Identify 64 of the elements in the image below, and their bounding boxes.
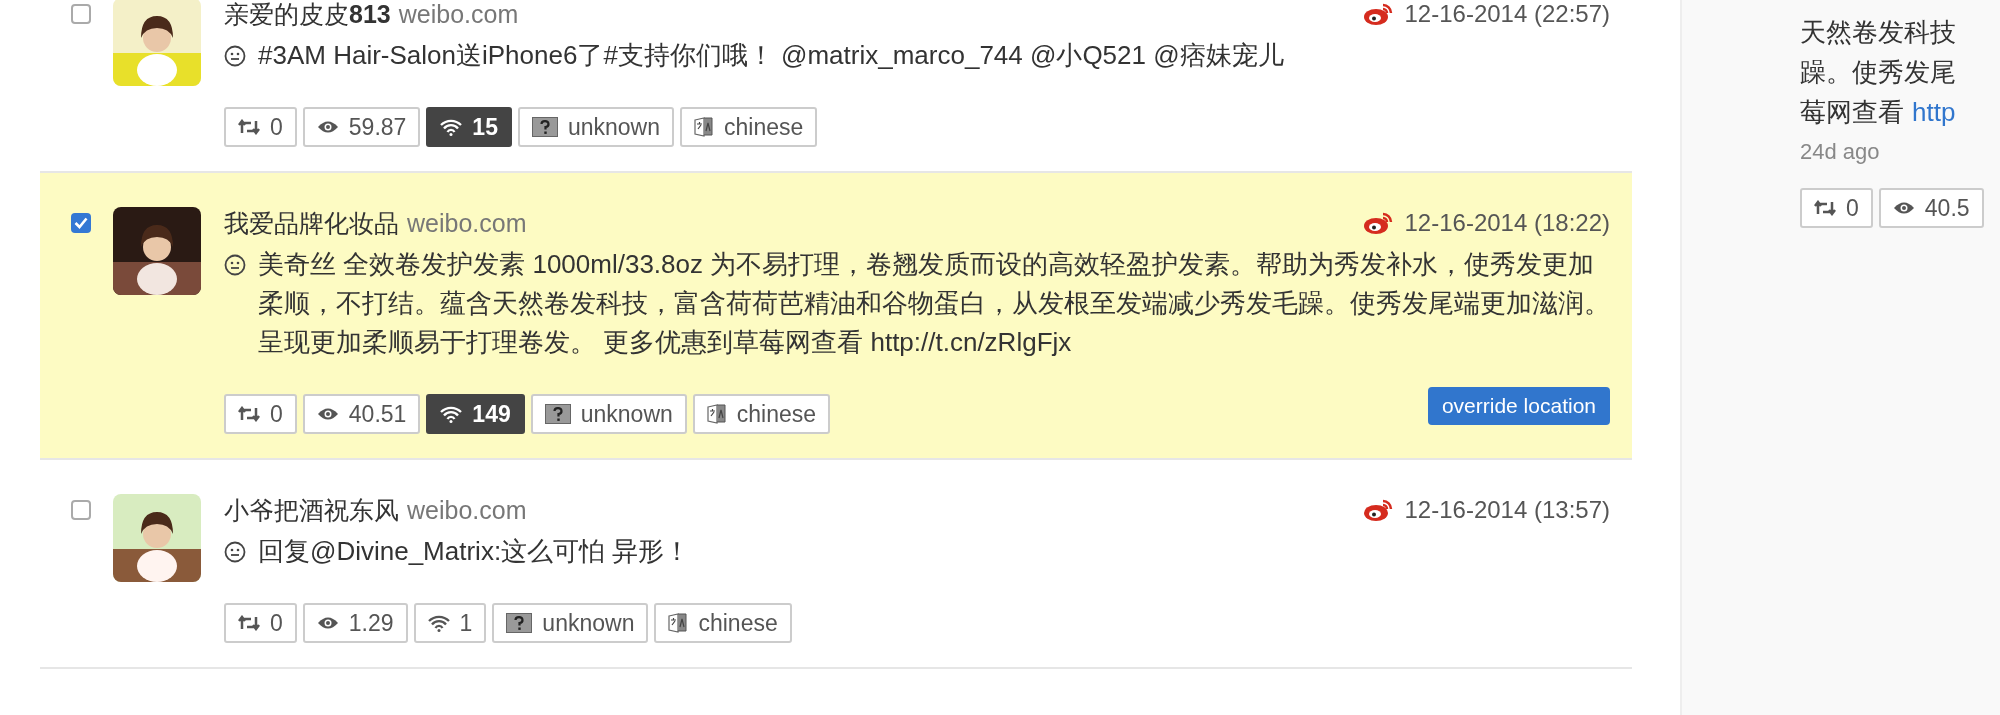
post-row[interactable]: 亲爱的皮皮813 weibo.com 12-16-2014 (22:57) #3AM Hair-Salon送iPhone6了#支持你们哦！ @matrix_marco_744 @小Q521 @痞妹宠儿 0 59.87 15 unknown chinese <box>40 0 1632 173</box>
signal-badge: 1 <box>413 603 487 643</box>
post-date: 12-16-2014 (18:22) <box>1404 209 1610 237</box>
post-row[interactable]: 小爷把酒祝东风 weibo.com 12-16-2014 (13:57) 回复@Divine_Matrix:这么可怕 异形！ 0 1.29 1 unknown chinese <box>40 460 1632 669</box>
eye-icon <box>316 616 339 630</box>
retweet-icon <box>238 119 260 135</box>
row-checkbox[interactable] <box>71 213 91 233</box>
retweet-icon <box>1814 200 1836 216</box>
wifi-icon <box>440 405 463 423</box>
language-badge: chinese <box>680 107 818 147</box>
smiley-icon <box>224 254 246 276</box>
post-date: 12-16-2014 (13:57) <box>1404 496 1610 524</box>
eye-icon <box>316 407 339 421</box>
wifi-icon <box>427 614 450 632</box>
author-name[interactable]: 小爷把酒祝东风 <box>224 493 399 527</box>
translate-icon <box>668 613 689 633</box>
smiley-icon <box>224 45 246 67</box>
retweet-icon <box>238 615 260 631</box>
row-checkbox[interactable] <box>71 500 91 520</box>
author-name[interactable]: 我爱品牌化妆品 <box>224 206 399 240</box>
source-domain: weibo.com <box>407 208 527 238</box>
preview-link[interactable]: http <box>1912 92 1956 132</box>
eye-icon <box>1892 201 1915 215</box>
language-badge: chinese <box>692 394 831 434</box>
post-date: 12-16-2014 (22:57) <box>1404 0 1610 28</box>
preview-text: 莓网查看 <box>1800 96 1904 129</box>
question-icon <box>506 613 533 633</box>
source-domain: weibo.com <box>407 495 527 525</box>
retweets-badge: 0 <box>224 394 297 434</box>
signal-badge: 149 <box>426 394 525 434</box>
signal-badge: 15 <box>426 107 512 147</box>
eye-icon <box>316 120 339 134</box>
question-icon <box>544 404 571 424</box>
source-domain: weibo.com <box>398 0 519 29</box>
views-badge: 1.29 <box>302 603 408 643</box>
retweets-badge: 0 <box>1800 188 1873 228</box>
weibo-icon <box>1362 211 1393 235</box>
preview-text: 躁。使秀发尾 <box>1800 56 1957 89</box>
post-text: 美奇丝 全效卷发护发素 1000ml/33.8oz 为不易打理，卷翘发质而设的高效轻盈护发素。帮助为秀发补水，使秀发更加柔顺，不打结。蕴含天然卷发科技，富含荷荷芭精油和谷物蛋白，从发根至发端减少秀发毛躁。使秀发尾端更加滋润。呈现更加柔顺易于打理卷发。 更多优惠到草莓网查看 http://t.cn/zRlgFjx <box>258 248 1610 359</box>
retweets-badge: 0 <box>224 603 297 643</box>
retweets-badge: 0 <box>224 107 297 147</box>
location-badge: unknown <box>492 603 649 643</box>
row-checkbox[interactable] <box>71 4 91 24</box>
override-location-button[interactable]: override location <box>1427 387 1610 425</box>
views-badge: 59.87 <box>302 107 421 147</box>
views-badge: 40.5 <box>1878 188 1984 228</box>
author-name[interactable]: 亲爱的皮皮813 <box>224 0 391 31</box>
wifi-icon <box>440 118 463 136</box>
question-icon <box>531 117 558 137</box>
retweet-icon <box>238 406 260 422</box>
post-text: #3AM Hair-Salon送iPhone6了#支持你们哦！ @matrix_marco_744 @小Q521 @痞妹宠儿 <box>258 39 1285 72</box>
translate-icon <box>694 117 715 137</box>
location-badge: unknown <box>530 394 687 434</box>
weibo-icon <box>1362 2 1393 26</box>
translate-icon <box>706 404 727 424</box>
views-badge: 40.51 <box>302 394 421 434</box>
post-text: 回复@Divine_Matrix:这么可怕 异形！ <box>258 535 692 568</box>
preview-text: 天然卷发科技 <box>1800 16 1957 49</box>
location-badge: unknown <box>517 107 675 147</box>
smiley-icon <box>224 541 246 563</box>
post-row[interactable] <box>40 173 1632 460</box>
language-badge: chinese <box>654 603 792 643</box>
preview-time: 24d ago <box>1800 138 1881 166</box>
weibo-icon <box>1362 498 1393 522</box>
